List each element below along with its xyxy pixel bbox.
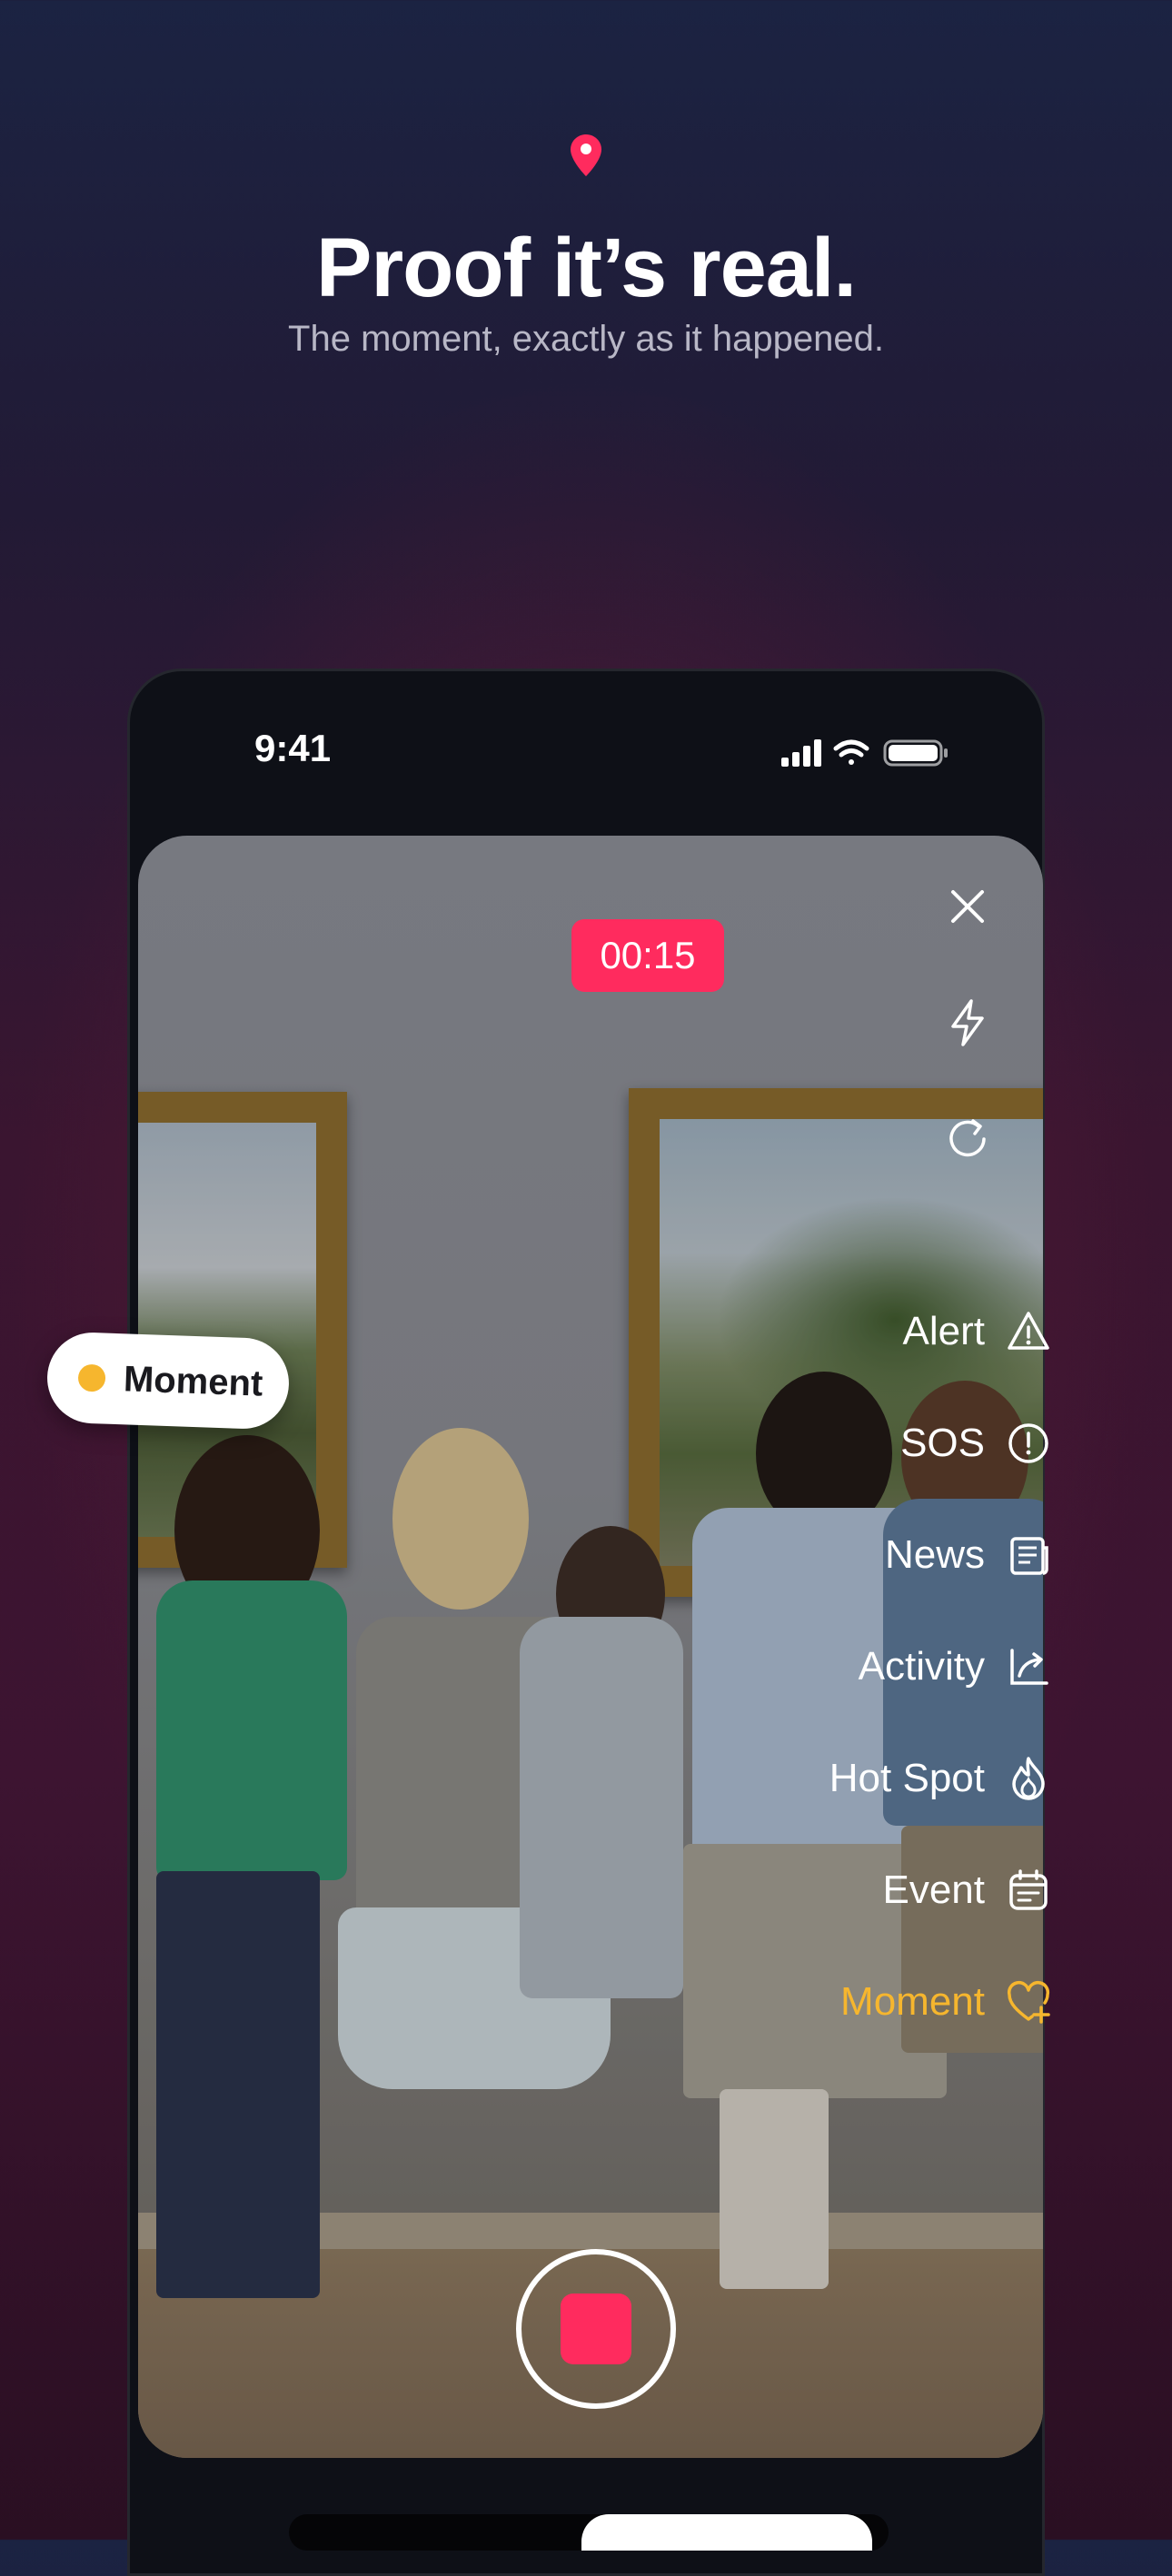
- menu-label: Moment: [840, 1979, 985, 2024]
- menu-item-moment[interactable]: Moment: [840, 1975, 1052, 2029]
- record-stop-button[interactable]: [516, 2249, 676, 2409]
- wifi-icon: [833, 739, 869, 765]
- newspaper-icon: [1010, 1537, 1048, 1575]
- subheadline: The moment, exactly as it happened.: [288, 319, 884, 359]
- chart-arrow-icon: [1010, 1649, 1048, 1685]
- menu-item-alert[interactable]: Alert: [903, 1304, 1052, 1359]
- menu-label: SOS: [900, 1421, 985, 1465]
- menu-item-hot-spot[interactable]: Hot Spot: [829, 1751, 1052, 1806]
- bottom-bar-highlight: [581, 2514, 872, 2551]
- close-icon[interactable]: [940, 879, 995, 934]
- alert-triangle-icon: [1008, 1312, 1049, 1350]
- menu-label: Hot Spot: [829, 1756, 985, 1800]
- moment-tag-label: Moment: [123, 1358, 264, 1404]
- status-dot: [77, 1363, 106, 1392]
- moment-tag-badge: Moment: [45, 1331, 291, 1431]
- location-pin-icon: [571, 134, 601, 176]
- menu-label: News: [884, 1532, 985, 1577]
- flip-camera-icon[interactable]: [940, 1112, 995, 1166]
- recording-timer: 00:15: [571, 919, 724, 992]
- battery-icon: [883, 739, 948, 767]
- stop-icon: [561, 2294, 631, 2364]
- flash-icon[interactable]: [940, 996, 995, 1050]
- calendar-icon: [1009, 1869, 1048, 1910]
- menu-item-activity[interactable]: Activity: [859, 1640, 1052, 1694]
- menu-item-sos[interactable]: SOS: [900, 1416, 1052, 1471]
- cellular-signal-icon: [781, 739, 821, 767]
- heart-plus-icon: [1007, 1981, 1050, 2024]
- menu-label: Activity: [858, 1644, 985, 1689]
- exclamation-circle-icon: [1008, 1423, 1048, 1463]
- status-time: 9:41: [254, 727, 332, 769]
- flame-icon: [1012, 1757, 1045, 1800]
- headline: Proof it’s real.: [315, 222, 857, 314]
- menu-item-news[interactable]: News: [885, 1528, 1052, 1582]
- menu-label: Alert: [902, 1309, 985, 1353]
- status-icons: [781, 739, 948, 767]
- menu-item-event[interactable]: Event: [882, 1863, 1052, 1917]
- menu-label: Event: [882, 1868, 985, 1912]
